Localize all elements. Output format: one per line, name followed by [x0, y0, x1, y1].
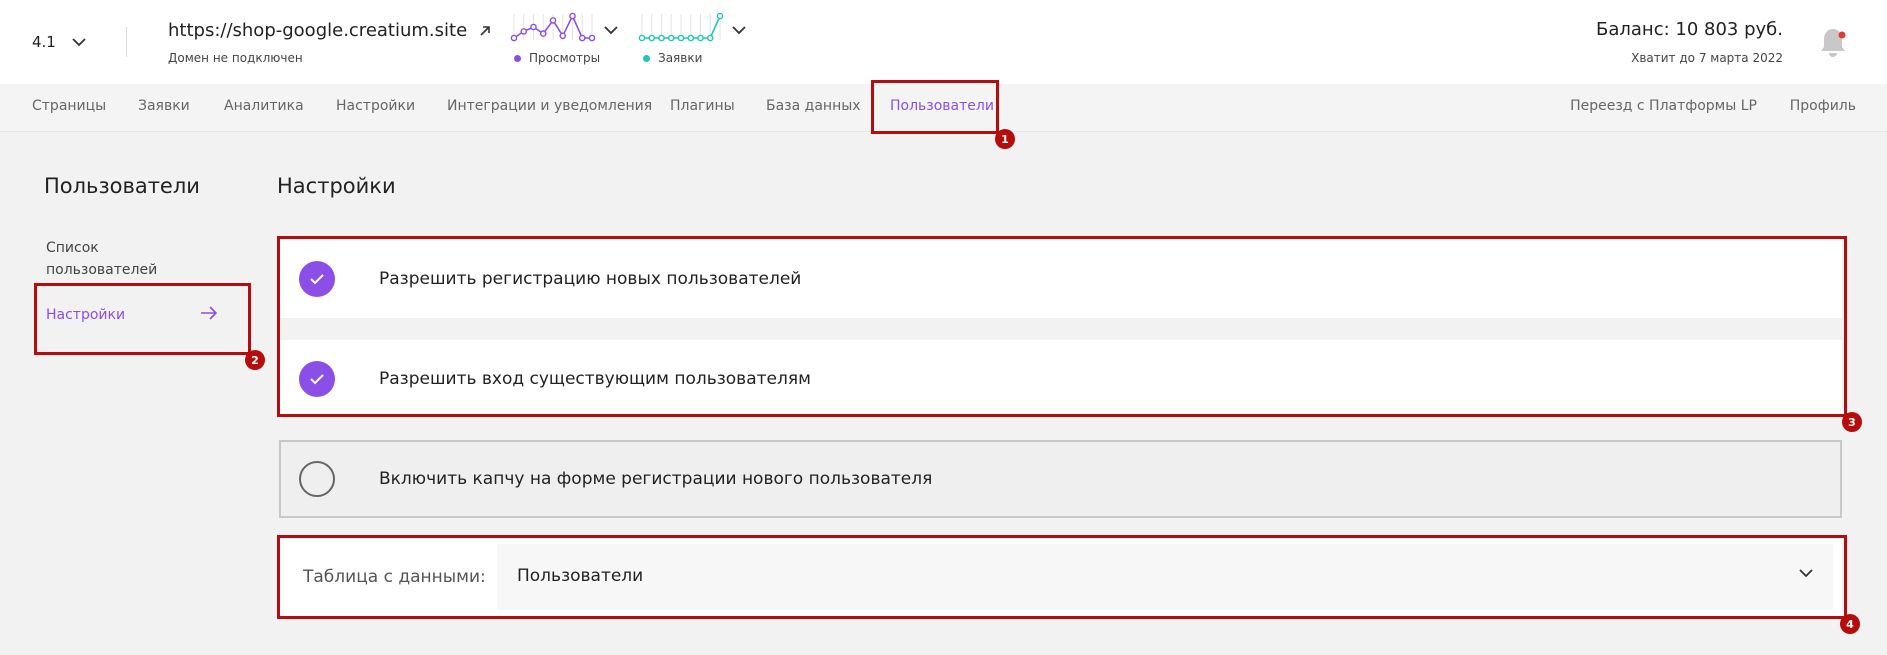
sidebar-item-user-list[interactable]: Список пользователей [46, 237, 166, 281]
views-label: Просмотры [529, 51, 601, 65]
nav-item-plugins[interactable]: Плагины [670, 98, 735, 114]
sparkline-point [530, 23, 537, 31]
checkbox-checked[interactable] [299, 361, 335, 397]
external-link-icon[interactable] [479, 25, 491, 37]
nav-item-users[interactable]: Пользователи [890, 98, 994, 114]
sparkline-point [559, 32, 567, 40]
sparkline-point [716, 12, 724, 20]
nav-item-analytics[interactable]: Аналитика [224, 98, 304, 114]
notification-dot-icon [1838, 31, 1846, 39]
views-sparkline[interactable] [510, 12, 596, 42]
sparkline-point [687, 34, 695, 42]
annotation-badge: 4 [1840, 614, 1860, 634]
nav-item-migration[interactable]: Переезд с Платформы LP [1570, 98, 1757, 114]
nav-item-profile[interactable]: Профиль [1790, 98, 1856, 114]
site-url-link[interactable]: https://shop-google.creatium.site [168, 20, 491, 41]
sparkline-point [648, 34, 656, 42]
sparkline-point [697, 34, 704, 42]
sparkline-point [588, 34, 596, 42]
data-table-setting: Таблица с данными: Пользователи [279, 539, 1842, 617]
annotation-badge: 1 [995, 129, 1015, 149]
sparkline-point [658, 34, 665, 42]
sidebar-item-settings[interactable]: Настройки [46, 304, 125, 326]
checkmark-icon [310, 274, 324, 285]
leads-dot-icon [643, 54, 650, 62]
sparkline-point [539, 30, 547, 37]
sparkline-point [578, 34, 586, 42]
checkmark-icon [310, 374, 324, 385]
chevron-down-icon [72, 37, 86, 46]
sparkline-point [677, 34, 685, 42]
sparkline-point [638, 34, 646, 42]
page-title: Настройки [277, 174, 396, 198]
nav-item-settings[interactable]: Настройки [336, 98, 415, 114]
views-legend: Просмотры [514, 51, 600, 65]
balance-note: Хватит до 7 марта 2022 [1631, 51, 1783, 65]
nav-item-integrations[interactable]: Интеграции и уведомления [447, 98, 652, 114]
table-select-value: Пользователи [517, 566, 644, 586]
leads-legend: Заявки [643, 51, 702, 65]
site-url-text: https://shop-google.creatium.site [168, 20, 468, 41]
sparkline-point [520, 28, 528, 35]
option-captcha[interactable]: Включить капчу на форме регистрации ново… [279, 440, 1842, 518]
chevron-down-icon[interactable] [732, 26, 746, 35]
chevron-down-icon[interactable] [604, 26, 618, 35]
bell-icon[interactable] [1818, 26, 1848, 58]
nav-item-pages[interactable]: Страницы [32, 98, 106, 114]
divider [126, 27, 127, 57]
option-label: Разрешить вход существующим пользователя… [379, 369, 811, 389]
arrow-right-icon [201, 306, 218, 320]
top-bar: 4.1 https://shop-google.creatium.site До… [0, 0, 1887, 84]
chevron-down-icon [1799, 569, 1813, 578]
version-selector[interactable]: 4.1 [32, 33, 86, 51]
checkbox-unchecked[interactable] [299, 461, 335, 497]
table-select[interactable]: Пользователи [497, 544, 1833, 610]
option-allow-login[interactable]: Разрешить вход существующим пользователя… [279, 340, 1842, 418]
main-nav: Страницы Заявки Аналитика Настройки Инте… [0, 84, 1887, 132]
option-allow-registration[interactable]: Разрешить регистрацию новых пользователе… [279, 240, 1842, 318]
checkbox-checked[interactable] [299, 261, 335, 297]
sparkline-point [706, 34, 714, 42]
leads-label: Заявки [658, 51, 703, 65]
nav-item-leads[interactable]: Заявки [138, 98, 190, 114]
domain-status: Домен не подключен [168, 51, 303, 65]
views-dot-icon [514, 54, 521, 62]
sparkline-point [549, 17, 557, 24]
annotation-badge: 3 [1842, 412, 1862, 432]
option-label: Разрешить регистрацию новых пользователе… [379, 269, 802, 289]
annotation-badge: 2 [245, 350, 265, 370]
balance[interactable]: Баланс: 10 803 руб. [1596, 19, 1783, 40]
leads-sparkline[interactable] [638, 12, 724, 42]
nav-item-database[interactable]: База данных [766, 98, 861, 114]
sparkline-point [510, 34, 518, 42]
version-label: 4.1 [32, 33, 56, 51]
sparkline-point [569, 12, 576, 20]
table-label: Таблица с данными: [303, 567, 486, 587]
sidebar-title: Пользователи [44, 174, 200, 198]
sparkline-point [667, 34, 675, 42]
option-label: Включить капчу на форме регистрации ново… [379, 469, 933, 489]
